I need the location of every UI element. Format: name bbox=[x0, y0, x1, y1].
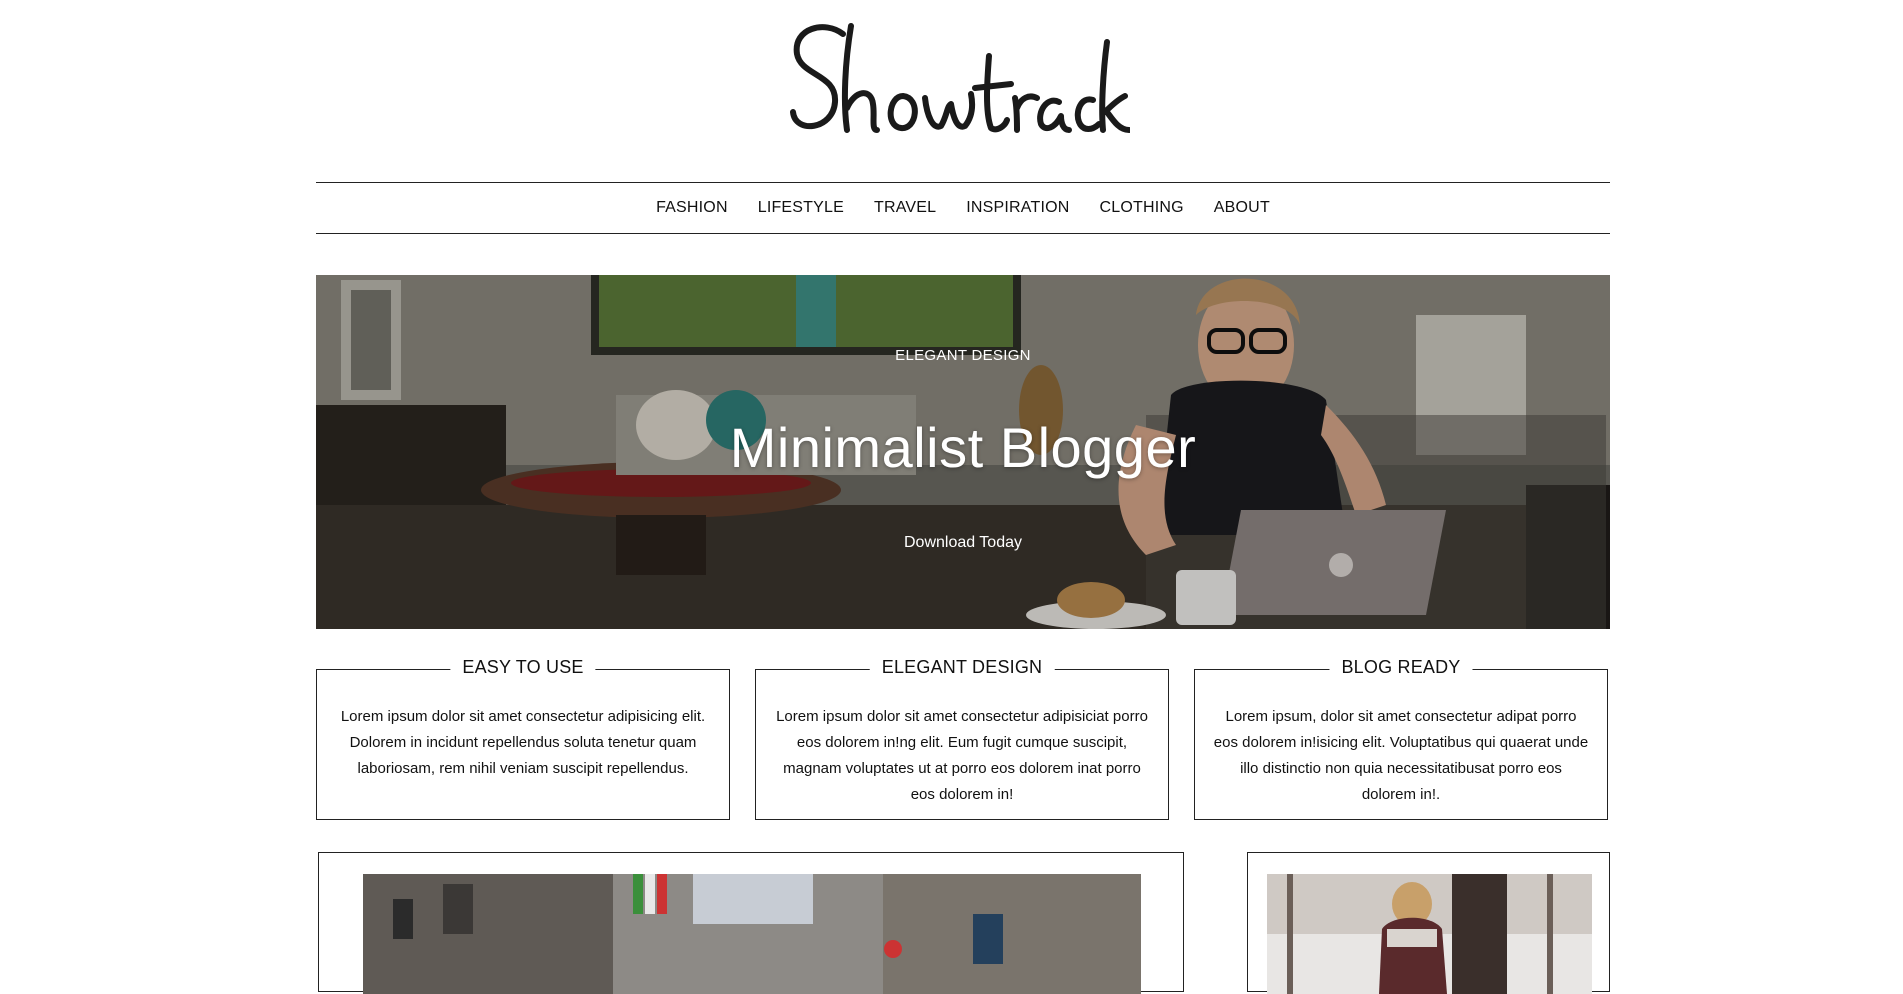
city-street-photo-icon bbox=[363, 874, 1141, 994]
feature-text: Lorem ipsum dolor sit amet consectetur a… bbox=[776, 708, 1148, 803]
feature-title: ELEGANT DESIGN bbox=[869, 657, 1055, 678]
main-nav: FASHION LIFESTYLE TRAVEL INSPIRATION CLO… bbox=[316, 182, 1610, 234]
download-button[interactable]: Download Today bbox=[898, 533, 1028, 553]
site-logo[interactable] bbox=[785, 12, 1132, 142]
nav-item-fashion[interactable]: FASHION bbox=[656, 199, 728, 217]
hero-kicker: ELEGANT DESIGN bbox=[895, 347, 1031, 364]
winter-woman-photo-icon bbox=[1267, 874, 1592, 994]
feature-text: Lorem ipsum, dolor sit amet consectetur … bbox=[1213, 708, 1589, 803]
nav-item-inspiration[interactable]: INSPIRATION bbox=[966, 199, 1069, 217]
hero-banner: ELEGANT DESIGN Minimalist Blogger Downlo… bbox=[316, 275, 1610, 629]
feature-box-easy-to-use: EASY TO USE Lorem ipsum dolor sit amet c… bbox=[316, 657, 730, 820]
showtrack-logo-icon bbox=[790, 23, 1132, 133]
feature-title: BLOG READY bbox=[1329, 657, 1473, 678]
feature-text: Lorem ipsum dolor sit amet consectetur a… bbox=[340, 708, 706, 777]
hero-title: Minimalist Blogger bbox=[729, 416, 1197, 479]
feature-box-blog-ready: BLOG READY Lorem ipsum, dolor sit amet c… bbox=[1194, 657, 1608, 820]
feature-box-elegant-design: ELEGANT DESIGN Lorem ipsum dolor sit ame… bbox=[755, 657, 1169, 820]
post-card-main[interactable] bbox=[318, 852, 1184, 994]
feature-title: EASY TO USE bbox=[450, 657, 596, 678]
nav-item-lifestyle[interactable]: LIFESTYLE bbox=[758, 199, 844, 217]
nav-item-about[interactable]: ABOUT bbox=[1214, 199, 1270, 217]
features-section: EASY TO USE Lorem ipsum dolor sit amet c… bbox=[316, 652, 1610, 822]
post-card-side[interactable] bbox=[1247, 852, 1610, 994]
nav-item-clothing[interactable]: CLOTHING bbox=[1100, 199, 1184, 217]
nav-item-travel[interactable]: TRAVEL bbox=[874, 199, 936, 217]
